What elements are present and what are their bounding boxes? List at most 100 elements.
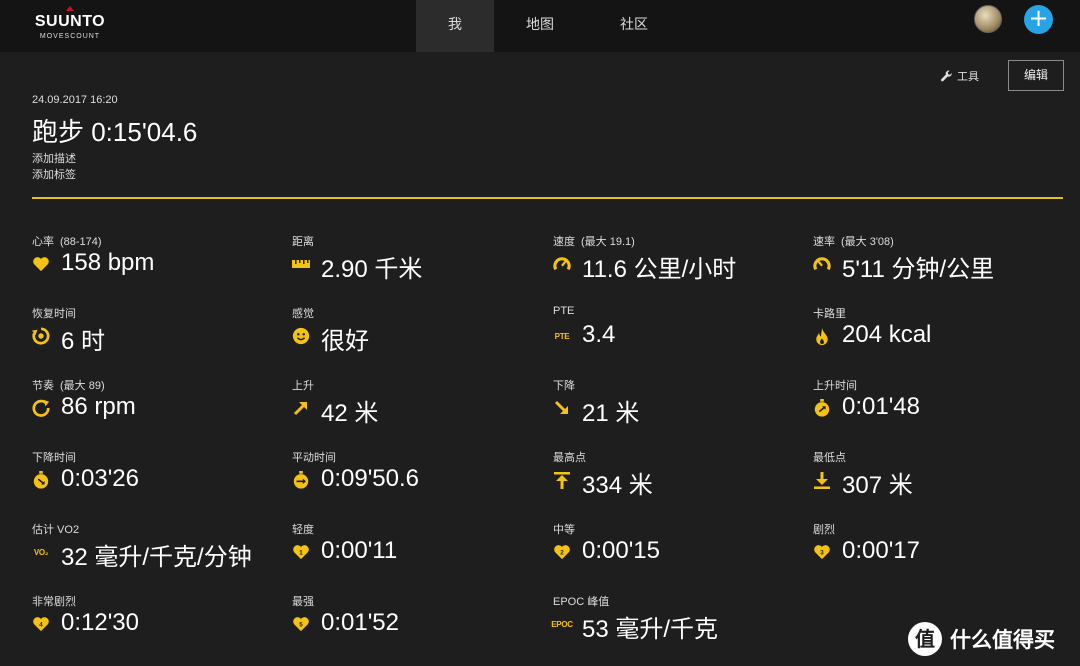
- metric-label-extra: (最大 3'08): [841, 236, 894, 248]
- metric-label-wrap: 非常剧烈: [32, 593, 82, 609]
- metric-label-wrap: 上升时间: [813, 377, 863, 393]
- metric-label: PTE: [553, 305, 575, 317]
- metric-label: 轻度: [292, 524, 314, 536]
- metric-value: 0:03'26: [61, 465, 139, 492]
- metric-value: 0:00'17: [842, 537, 920, 564]
- metric-value: 158 bpm: [61, 249, 155, 276]
- metric-label: 卡路里: [813, 308, 846, 320]
- metric-value: 53 毫升/千克: [582, 616, 719, 643]
- metric-label-wrap: 心率 (88-174): [32, 233, 102, 249]
- metric-value: 2.90 千米: [321, 256, 423, 283]
- wrench-icon: [940, 70, 952, 81]
- arrow-up-right-icon: [292, 399, 310, 417]
- metric-label-wrap: 速率 (最大 3'08): [813, 233, 894, 249]
- metric-label-wrap: 速度 (最大 19.1): [553, 233, 635, 249]
- metric-label: 上升时间: [813, 380, 857, 392]
- metric-label-wrap: 估计 VO2: [32, 521, 85, 537]
- metric-speed: 速度 (最大 19.1) 11.6 公里/小时: [553, 233, 803, 293]
- metric-label-wrap: 感觉: [292, 305, 320, 321]
- nav-tab-me[interactable]: 我: [416, 0, 494, 52]
- metric-label: 最高点: [553, 452, 586, 464]
- metric-label: 节奏: [32, 380, 54, 392]
- nav-tab-community[interactable]: 社区: [597, 0, 671, 52]
- metric-recovery-time: 恢复时间 6 时: [32, 305, 282, 365]
- metric-value: 11.6 公里/小时: [582, 256, 737, 283]
- section-divider: [32, 197, 1063, 199]
- metric-distance: 距离 2.90 千米: [292, 233, 542, 293]
- metric-value: 32 毫升/千克/分钟: [61, 544, 252, 571]
- metric-label-wrap: 平动时间: [292, 449, 342, 465]
- metric-epoc-peak: EPOC 峰值 EPOC 53 毫升/千克: [551, 593, 803, 653]
- metric-ascent: 上升 42 米: [292, 377, 542, 437]
- metric-value: 很好: [321, 328, 369, 355]
- metric-value: 5'11 分钟/公里: [842, 256, 995, 283]
- metric-feeling: 感觉 很好: [292, 305, 542, 365]
- metric-flat-time: 平动时间 0:09'50.6: [292, 449, 542, 509]
- cadence-icon: [32, 399, 50, 417]
- logo-triangle-icon: [66, 6, 74, 11]
- svg-text:5: 5: [299, 622, 303, 629]
- heart-zone-5-icon: 5: [292, 615, 310, 633]
- metric-label-wrap: 最低点: [813, 449, 852, 465]
- watermark-text: 什么值得买: [950, 628, 1055, 652]
- metric-label: 估计 VO2: [32, 524, 80, 536]
- vo2-icon: VO₂: [32, 543, 50, 561]
- vo2-icon-text: VO₂: [33, 547, 49, 557]
- nav-tab-map[interactable]: 地图: [503, 0, 577, 52]
- add-tag-link[interactable]: 添加标签: [32, 166, 76, 182]
- metric-label-wrap: 中等: [553, 521, 581, 537]
- metric-label-extra: (最大 19.1): [581, 236, 635, 248]
- metric-estimated-vo2: 估计 VO2 VO₂ 32 毫升/千克/分钟: [32, 521, 282, 581]
- add-description-link[interactable]: 添加描述: [32, 150, 76, 166]
- metric-label: 恢复时间: [32, 308, 76, 320]
- metric-cadence: 节奏 (最大 89) 86 rpm: [32, 377, 282, 437]
- metric-label-wrap: 下降时间: [32, 449, 82, 465]
- metric-value: 86 rpm: [61, 393, 136, 420]
- metric-descent: 下降 21 米: [553, 377, 803, 437]
- metric-calories: 卡路里 204 kcal: [813, 305, 1063, 365]
- add-button[interactable]: +: [1024, 5, 1053, 34]
- metric-zone-hard: 剧烈 3 0:00'17: [813, 521, 1063, 581]
- metric-label: 下降: [553, 380, 575, 392]
- metric-zone-light: 轻度 1 0:00'11: [292, 521, 542, 581]
- ruler-icon: [292, 255, 310, 273]
- speedometer-icon: [553, 255, 571, 273]
- metric-label: 中等: [553, 524, 575, 536]
- pace-gauge-icon: [813, 255, 831, 273]
- metric-label: 心率: [32, 236, 54, 248]
- metric-value: 0:01'52: [321, 609, 399, 636]
- metric-value: 3.4: [582, 321, 616, 348]
- watermark-logo-icon: 值: [908, 622, 942, 656]
- metric-label-extra: (88-174): [60, 236, 102, 248]
- svg-text:3: 3: [820, 550, 824, 557]
- metric-label-wrap: 下降: [553, 377, 581, 393]
- metric-label: 下降时间: [32, 452, 76, 464]
- metric-label-wrap: 上升: [292, 377, 320, 393]
- activity-datetime: 24.09.2017 16:20: [32, 94, 118, 106]
- heart-zone-1-icon: 1: [292, 543, 310, 561]
- metric-label-wrap: 恢复时间: [32, 305, 82, 321]
- heart-zone-2-icon: 2: [553, 543, 571, 561]
- metric-label-wrap: 轻度: [292, 521, 320, 537]
- edit-button[interactable]: 编辑: [1008, 60, 1064, 91]
- metric-value: 0:00'11: [321, 537, 398, 564]
- epoc-icon-text: EPOC: [551, 619, 573, 629]
- tools-menu[interactable]: 工具: [940, 68, 979, 84]
- user-avatar[interactable]: [974, 5, 1002, 33]
- tools-label: 工具: [957, 70, 979, 83]
- site-watermark: 值 什么值得买: [908, 621, 1055, 657]
- metric-value: 6 时: [61, 328, 106, 355]
- svg-text:1: 1: [299, 550, 303, 557]
- metric-value: 204 kcal: [842, 321, 932, 348]
- metric-label-wrap: 节奏 (最大 89): [32, 377, 105, 393]
- metric-label: 感觉: [292, 308, 314, 320]
- metric-label-extra: (最大 89): [60, 380, 105, 392]
- metric-pte: PTE PTE 3.4: [553, 305, 803, 365]
- metric-pace: 速率 (最大 3'08) 5'11 分钟/公里: [813, 233, 1063, 293]
- svg-text:4: 4: [39, 622, 43, 629]
- suunto-movescount-logo[interactable]: SUUNTO MOVESCOUNT: [32, 6, 108, 46]
- logo-sub-text: MOVESCOUNT: [39, 33, 101, 40]
- pte-icon-text: PTE: [554, 331, 570, 341]
- metric-label: 速率: [813, 236, 835, 248]
- lowest-point-icon: [813, 471, 831, 489]
